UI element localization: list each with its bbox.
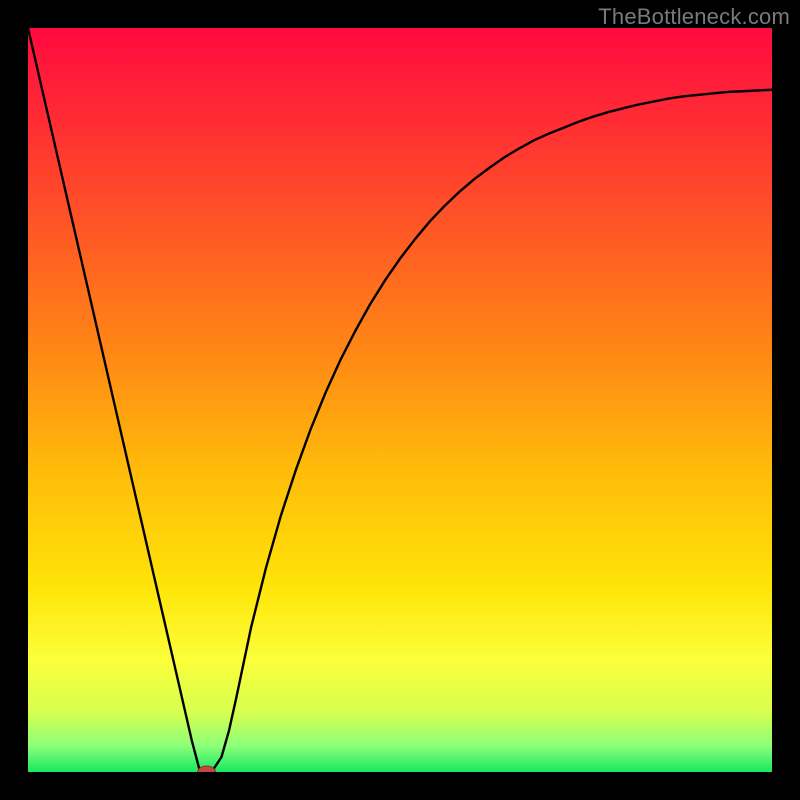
watermark-text: TheBottleneck.com bbox=[598, 4, 790, 30]
bottleneck-chart bbox=[28, 28, 772, 772]
chart-frame: TheBottleneck.com bbox=[0, 0, 800, 800]
chart-background-gradient bbox=[28, 28, 772, 772]
